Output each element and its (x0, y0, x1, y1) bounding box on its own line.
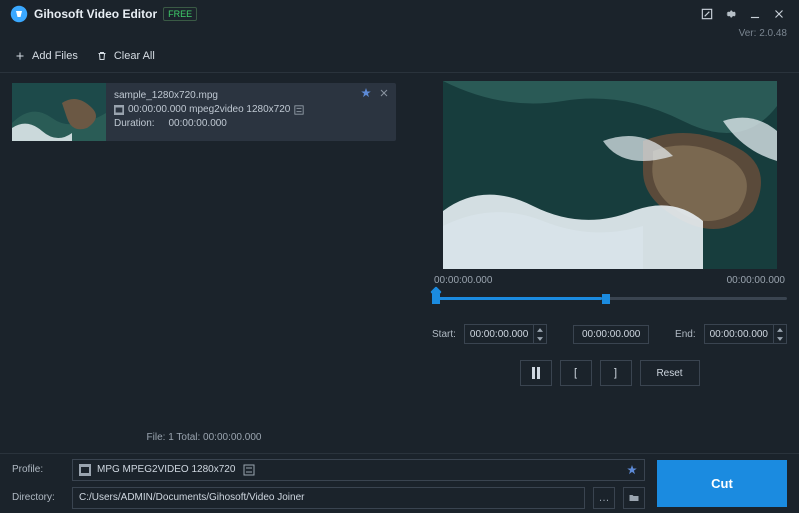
time-total: 00:00:00.000 (727, 275, 785, 286)
close-button[interactable] (767, 2, 791, 26)
time-current: 00:00:00.000 (434, 275, 492, 286)
toolbar: Add Files Clear All (0, 39, 799, 73)
remove-file-icon[interactable] (378, 87, 390, 99)
settings-button[interactable] (719, 2, 743, 26)
reset-button[interactable]: Reset (640, 360, 700, 386)
end-label: End: (675, 329, 696, 340)
end-time-input[interactable]: 00:00:00.000 (704, 324, 787, 344)
spin-down-icon[interactable] (774, 334, 786, 343)
plus-icon (14, 50, 26, 62)
pause-button[interactable] (520, 360, 552, 386)
settings-small-icon[interactable] (243, 464, 255, 476)
preview-panel: 00:00:00.000 00:00:00.000 Start: 00:00:0… (404, 73, 799, 453)
bracket-start-button[interactable]: [ (560, 360, 592, 386)
settings-small-icon[interactable] (294, 105, 304, 115)
free-badge: FREE (163, 7, 197, 21)
duration-value: 00:00:00.000 (168, 118, 226, 129)
open-folder-button[interactable] (623, 487, 645, 509)
start-label: Start: (432, 329, 456, 340)
favorite-icon[interactable] (360, 87, 372, 99)
add-files-button[interactable]: Add Files (14, 50, 78, 62)
trim-slider[interactable] (432, 288, 787, 310)
profile-label: Profile: (12, 464, 64, 475)
video-format-icon (114, 105, 124, 115)
file-thumbnail (12, 83, 106, 141)
spin-up-icon[interactable] (774, 325, 786, 334)
browse-button[interactable]: … (593, 487, 615, 509)
file-item[interactable]: sample_1280x720.mpg 00:00:00.000 mpeg2vi… (12, 83, 396, 141)
trim-end-handle[interactable] (602, 294, 610, 304)
bracket-end-button[interactable]: ] (600, 360, 632, 386)
clear-all-label: Clear All (114, 50, 155, 62)
app-logo-icon (10, 5, 28, 23)
favorite-icon[interactable] (626, 464, 638, 476)
spin-down-icon[interactable] (534, 334, 546, 343)
add-files-label: Add Files (32, 50, 78, 62)
duration-label: Duration: (114, 118, 155, 129)
trash-icon (96, 50, 108, 62)
app-title: Gihosoft Video Editor (34, 7, 157, 21)
bottom-bar: Profile: MPG MPEG2VIDEO 1280x720 Directo… (0, 453, 799, 513)
filelist-footer: File: 1 Total: 00:00:00.000 (12, 424, 396, 453)
help-button[interactable] (695, 2, 719, 26)
titlebar: Gihosoft Video Editor FREE (0, 0, 799, 28)
version-label: Ver: 2.0.48 (0, 28, 799, 39)
start-time-input[interactable]: 00:00:00.000 (464, 324, 547, 344)
profile-select[interactable]: MPG MPEG2VIDEO 1280x720 (72, 459, 645, 481)
file-info: 00:00:00.000 mpeg2video 1280x720 (128, 103, 290, 117)
video-preview[interactable] (443, 81, 777, 269)
trim-start-handle[interactable] (432, 294, 440, 304)
spin-up-icon[interactable] (534, 325, 546, 334)
video-format-icon (79, 464, 91, 476)
file-list-panel: sample_1280x720.mpg 00:00:00.000 mpeg2vi… (0, 73, 404, 453)
directory-input[interactable]: C:/Users/ADMIN/Documents/Gihosoft/Video … (72, 487, 585, 509)
minimize-button[interactable] (743, 2, 767, 26)
duration-display: 00:00:00.000 (573, 325, 649, 344)
file-name: sample_1280x720.mpg (114, 89, 304, 103)
directory-label: Directory: (12, 492, 64, 503)
clear-all-button[interactable]: Clear All (96, 50, 155, 62)
